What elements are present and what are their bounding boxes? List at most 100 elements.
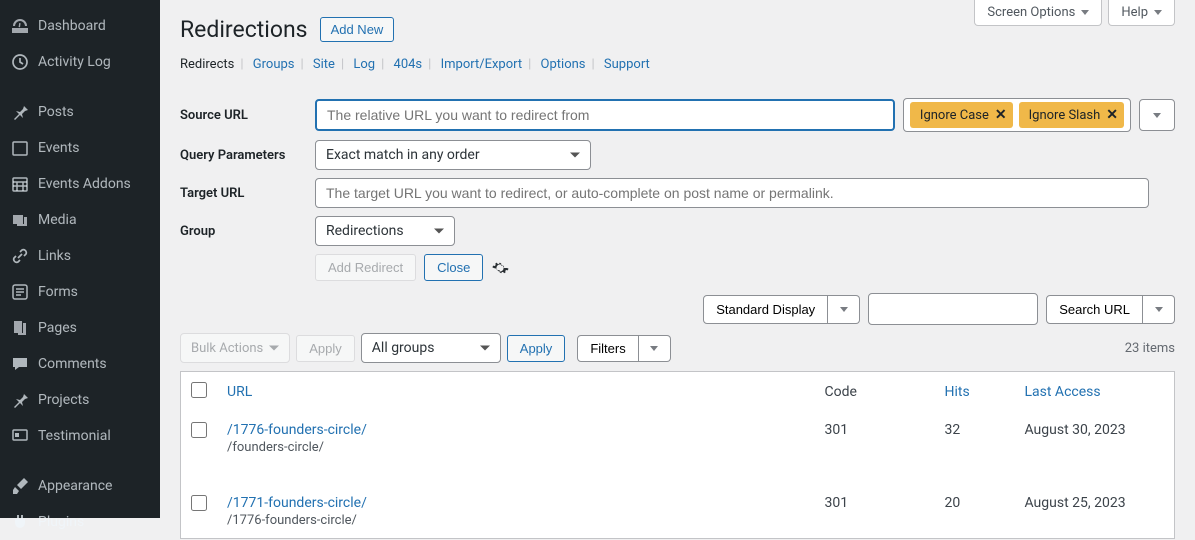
close-button[interactable]: Close	[424, 254, 483, 281]
target-url-label: Target URL	[180, 186, 315, 201]
sidebar-item-label: Events Addons	[38, 176, 131, 192]
row-code-value: 301	[815, 412, 935, 465]
sidebar-item-label: Projects	[38, 392, 89, 408]
add-new-button[interactable]: Add New	[320, 17, 395, 42]
help-label: Help	[1121, 5, 1148, 20]
tab-support[interactable]: Support	[604, 57, 650, 72]
tab-log[interactable]: Log	[353, 57, 375, 72]
items-count: 23 items	[1125, 341, 1175, 356]
standard-display-chevron[interactable]	[828, 295, 860, 324]
chevron-down-icon	[1081, 10, 1089, 15]
gear-icon[interactable]	[491, 259, 509, 277]
sidebar-item-testimonial[interactable]: Testimonial	[0, 418, 160, 454]
close-icon: ✕	[1106, 107, 1118, 123]
forms-icon	[10, 282, 30, 302]
query-params-label: Query Parameters	[180, 148, 315, 163]
search-input[interactable]	[868, 293, 1038, 325]
tab-options[interactable]: Options	[541, 57, 586, 72]
sidebar-item-posts[interactable]: Posts	[0, 94, 160, 130]
comment-icon	[10, 354, 30, 374]
groups-apply-button[interactable]: Apply	[507, 335, 566, 362]
bulk-actions-label: Bulk Actions	[191, 341, 263, 356]
tab-site[interactable]: Site	[313, 57, 335, 72]
sidebar-item-activity-log[interactable]: Activity Log	[0, 44, 160, 80]
sidebar-item-pages[interactable]: Pages	[0, 310, 160, 346]
sidebar-item-dashboard[interactable]: Dashboard	[0, 8, 160, 44]
sidebar-item-forms[interactable]: Forms	[0, 274, 160, 310]
pin-icon	[10, 390, 30, 410]
chevron-down-icon	[840, 307, 848, 312]
sidebar-item-label: Forms	[38, 284, 78, 300]
ignore-slash-tag[interactable]: Ignore Slash✕	[1019, 102, 1124, 128]
help-button[interactable]: Help	[1108, 0, 1175, 26]
display-toolbar: Standard Display Search URL	[180, 293, 1175, 325]
col-header-last-access[interactable]: Last Access	[1025, 384, 1101, 400]
bulk-apply-button[interactable]: Apply	[296, 335, 355, 362]
form-actions-row: Add Redirect Close	[180, 250, 1175, 285]
sidebar-item-label: Pages	[38, 320, 77, 336]
chevron-down-icon	[1153, 113, 1161, 118]
query-params-selected: Exact match in any order	[326, 147, 480, 163]
sidebar-item-plugins[interactable]: Plugins	[0, 504, 160, 540]
admin-sidebar: Dashboard Activity Log Posts Events Even…	[0, 0, 160, 518]
sidebar-item-events[interactable]: Events	[0, 130, 160, 166]
row-hits-value: 32	[935, 412, 1015, 465]
screen-options-button[interactable]: Screen Options	[974, 0, 1102, 26]
source-url-row: Source URL Ignore Case✕ Ignore Slash✕	[180, 94, 1175, 136]
sidebar-item-events-addons[interactable]: Events Addons	[0, 166, 160, 202]
target-url-row: Target URL	[180, 174, 1175, 212]
query-params-select[interactable]: Exact match in any order	[315, 140, 591, 170]
row-url-link[interactable]: /1771-founders-circle/	[227, 495, 367, 511]
row-checkbox[interactable]	[191, 422, 207, 438]
standard-display-button[interactable]: Standard Display	[703, 295, 828, 324]
page-title: Redirections	[180, 16, 308, 43]
sidebar-item-comments[interactable]: Comments	[0, 346, 160, 382]
sidebar-item-media[interactable]: Media	[0, 202, 160, 238]
sidebar-item-label: Comments	[38, 356, 107, 372]
tab-import-export[interactable]: Import/Export	[441, 57, 523, 72]
search-url-chevron[interactable]	[1143, 295, 1175, 324]
group-row: Group Redirections	[180, 212, 1175, 250]
sidebar-item-projects[interactable]: Projects	[0, 382, 160, 418]
sidebar-item-label: Posts	[38, 104, 74, 120]
col-header-url[interactable]: URL	[227, 384, 252, 400]
source-url-input[interactable]	[315, 99, 895, 131]
pin-icon	[10, 102, 30, 122]
sidebar-item-appearance[interactable]: Appearance	[0, 468, 160, 504]
source-url-tags: Ignore Case✕ Ignore Slash✕	[903, 98, 1131, 132]
sidebar-item-label: Activity Log	[38, 54, 111, 70]
media-icon	[10, 210, 30, 230]
redirects-table: URL Code Hits Last Access /1776-founders…	[180, 371, 1175, 539]
close-icon: ✕	[995, 107, 1007, 123]
sidebar-item-links[interactable]: Links	[0, 238, 160, 274]
search-url-button[interactable]: Search URL	[1046, 295, 1143, 324]
link-icon	[10, 246, 30, 266]
filters-chevron[interactable]	[639, 335, 671, 362]
chevron-down-icon	[650, 346, 658, 351]
top-controls: Screen Options Help	[974, 0, 1175, 26]
sidebar-item-label: Testimonial	[38, 428, 111, 444]
tab-groups[interactable]: Groups	[253, 57, 295, 72]
ignore-case-tag[interactable]: Ignore Case✕	[910, 102, 1013, 128]
group-select[interactable]: Redirections	[315, 216, 455, 246]
sidebar-item-label: Appearance	[38, 478, 112, 494]
sidebar-item-label: Links	[38, 248, 71, 264]
tab-redirects[interactable]: Redirects	[180, 57, 234, 72]
row-last-access-value: August 30, 2023	[1015, 412, 1175, 465]
row-target-url: /founders-circle/	[227, 440, 805, 455]
all-groups-select[interactable]: All groups	[361, 333, 501, 363]
filters-button[interactable]: Filters	[577, 335, 638, 362]
row-checkbox[interactable]	[191, 495, 207, 511]
tab-bar: Redirects| Groups| Site| Log| 404s| Impo…	[180, 51, 1175, 82]
add-redirect-button[interactable]: Add Redirect	[315, 254, 416, 281]
target-url-input[interactable]	[315, 178, 1149, 208]
row-code-value: 301	[815, 485, 935, 539]
row-url-link[interactable]: /1776-founders-circle/	[227, 422, 367, 438]
select-all-checkbox[interactable]	[191, 382, 207, 398]
bulk-actions-select[interactable]: Bulk Actions	[180, 333, 290, 363]
tab-404s[interactable]: 404s	[394, 57, 423, 72]
row-hits-value: 20	[935, 485, 1015, 539]
col-header-hits[interactable]: Hits	[945, 384, 970, 400]
source-url-expand-button[interactable]	[1139, 99, 1175, 131]
row-last-access-value: August 25, 2023	[1015, 485, 1175, 539]
